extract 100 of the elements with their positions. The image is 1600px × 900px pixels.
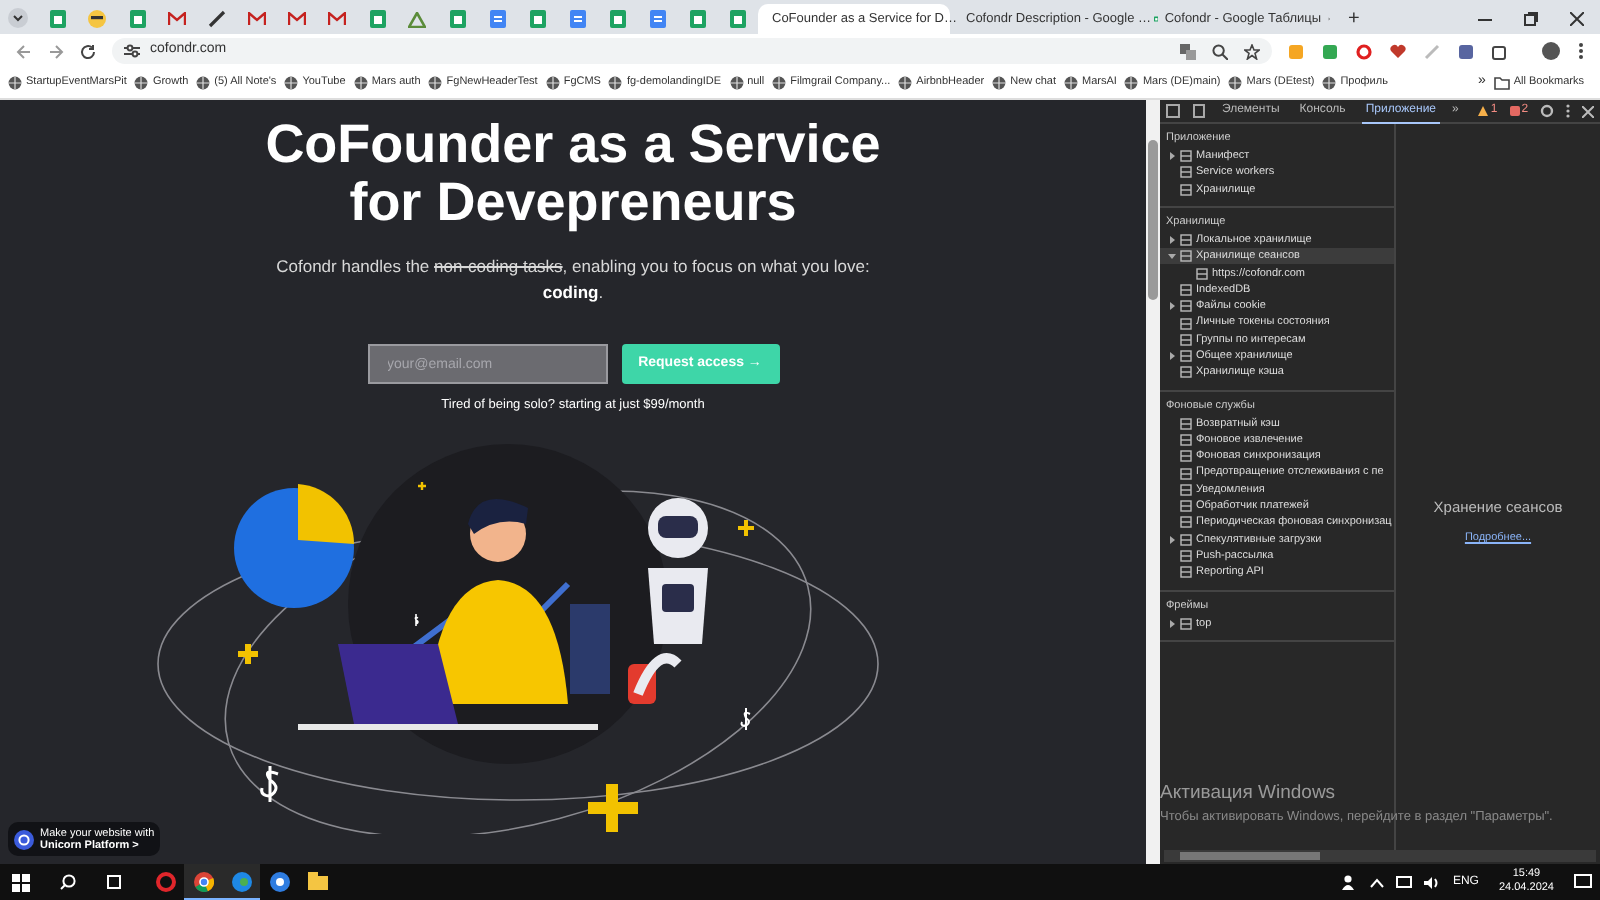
activation-heading: Активация Windows (1160, 780, 1338, 808)
storage-icon (1180, 533, 1192, 546)
storage-icon (1180, 350, 1192, 363)
spreadsheet-icon (529, 10, 545, 28)
storage-icon (1180, 234, 1192, 247)
notifications-icon[interactable] (1574, 874, 1592, 890)
smiley-icon (88, 10, 106, 28)
close-icon[interactable] (1570, 12, 1584, 26)
collapsed-arrow-icon[interactable] (1168, 302, 1176, 311)
storage-icon (1180, 500, 1192, 513)
restore-icon[interactable] (1524, 12, 1538, 26)
collapsed-arrow-icon[interactable] (1168, 535, 1176, 544)
taskbar-app[interactable] (184, 864, 222, 900)
spreadsheet-icon (369, 10, 385, 28)
translate-icon[interactable] (1180, 43, 1196, 59)
document-icon (489, 10, 505, 28)
storage-icon (1180, 483, 1192, 496)
collapsed-arrow-icon[interactable] (1168, 352, 1176, 361)
document-icon (649, 10, 665, 28)
storage-icon (1180, 250, 1192, 263)
settings-icon[interactable] (1540, 104, 1555, 118)
storage-icon (1180, 333, 1192, 346)
volume-icon[interactable] (1424, 875, 1441, 889)
collapsed-arrow-icon[interactable] (1168, 152, 1176, 161)
device-icon[interactable] (1191, 104, 1206, 118)
spreadsheet-icon (689, 10, 705, 28)
heart-icon[interactable] (1390, 43, 1406, 59)
storage-icon (1180, 183, 1192, 196)
storage-icon (1180, 150, 1192, 163)
forward-icon[interactable] (48, 43, 64, 59)
new-tab-button[interactable]: + (1340, 4, 1368, 34)
chevron-up-icon[interactable] (1370, 877, 1385, 887)
globe-icon (1322, 76, 1337, 90)
storage-icon (1180, 550, 1192, 563)
puzzle-icon[interactable] (1492, 43, 1508, 59)
star-icon[interactable] (1244, 43, 1260, 59)
envelope-icon (168, 12, 186, 26)
spreadsheet-icon (129, 10, 145, 28)
circle-app-icon (269, 872, 289, 892)
envelope-icon (328, 12, 346, 26)
horizontal-scrollbar[interactable] (1164, 850, 1596, 862)
globe-icon (428, 76, 443, 90)
profile-icon[interactable] (1542, 42, 1560, 60)
back-icon[interactable] (16, 43, 32, 59)
collapsed-arrow-icon[interactable] (1168, 236, 1176, 245)
storage-icon (1180, 300, 1192, 313)
expanded-arrow-icon[interactable] (1168, 252, 1176, 261)
file-explorer-icon (307, 872, 327, 892)
storage-icon (1180, 617, 1192, 630)
pen-icon (208, 10, 226, 28)
globe-icon (545, 76, 560, 90)
taskbar-app[interactable] (222, 864, 260, 900)
globe-icon (353, 76, 368, 90)
storage-icon (1180, 366, 1192, 379)
hero-heading-line: for Devepreneurs (349, 174, 797, 232)
spreadsheet-icon (729, 10, 745, 28)
globe-icon (992, 76, 1007, 90)
hero-subtitle: Cofondr handles the non-coding tasks, enabling you to focus on what you love: coding. (274, 254, 872, 306)
collapsed-arrow-icon[interactable] (1168, 619, 1176, 628)
error-icon (1509, 106, 1520, 116)
site-settings-icon[interactable] (124, 44, 140, 58)
folder-icon (1493, 76, 1510, 90)
search-icon[interactable] (60, 874, 76, 890)
storage-icon (1196, 267, 1208, 280)
windows-start-icon[interactable] (12, 873, 30, 891)
storage-icon (1180, 516, 1192, 529)
spreadsheet-icon (49, 10, 65, 28)
storage-icon (1180, 417, 1192, 430)
globe-icon (772, 76, 787, 90)
globe-icon (898, 76, 913, 90)
extension-icon[interactable] (1458, 43, 1474, 59)
globe-icon (134, 76, 149, 90)
reload-icon[interactable] (80, 43, 96, 59)
scrollbar-thumb[interactable] (1148, 140, 1158, 300)
extension-icon[interactable] (1322, 43, 1338, 59)
storage-icon (1180, 450, 1192, 463)
task-view-icon[interactable] (106, 874, 122, 890)
spreadsheet-icon (449, 10, 465, 28)
envelope-icon (288, 12, 306, 26)
more-icon[interactable] (1578, 42, 1584, 60)
close-icon[interactable] (1582, 105, 1595, 117)
network-icon[interactable] (1396, 875, 1413, 889)
envelope-icon (248, 12, 266, 26)
globe-icon (8, 76, 22, 90)
more-icon[interactable] (1566, 104, 1571, 118)
globe-icon (284, 76, 299, 90)
spreadsheet-icon (609, 10, 625, 28)
circle-icon[interactable] (1356, 43, 1372, 59)
storage-icon (1180, 467, 1192, 480)
document-icon (569, 10, 585, 28)
globe-icon (1228, 76, 1243, 90)
zoom-icon[interactable] (1212, 43, 1228, 59)
globe-icon (1124, 76, 1139, 90)
storage-icon (1180, 434, 1192, 446)
globe-icon (1064, 76, 1079, 90)
storage-icon (1180, 166, 1192, 179)
hero-heading-line: CoFounder as a Service (265, 116, 881, 174)
people-icon[interactable] (1342, 874, 1359, 890)
tab-search-icon[interactable] (8, 8, 28, 28)
inspect-icon[interactable] (1166, 104, 1180, 118)
